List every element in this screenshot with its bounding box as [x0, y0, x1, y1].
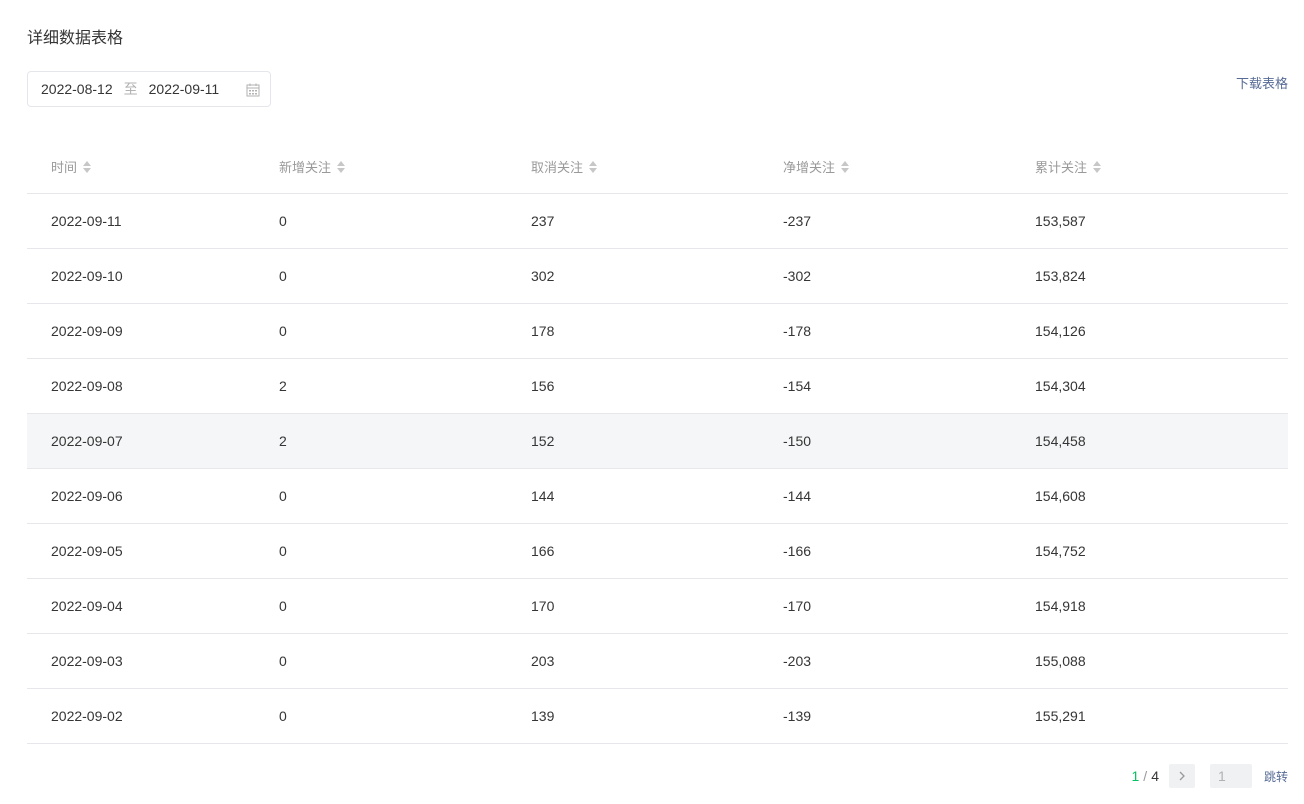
cell-unfollows: 156 — [531, 378, 555, 394]
cell-unfollows: 203 — [531, 653, 555, 669]
cell-unfollows: 152 — [531, 433, 555, 449]
column-header-label: 时间 — [51, 160, 78, 175]
data-table: 时间 新增关注 取消关注 净增关注 累计关注 2022-09-11 0 237 … — [27, 140, 1288, 744]
cell-unfollows: 144 — [531, 488, 555, 504]
column-header-cumulative-follows[interactable]: 累计关注 — [1035, 157, 1288, 176]
chevron-right-icon — [1179, 771, 1185, 781]
column-header-net-follows[interactable]: 净增关注 — [783, 157, 1035, 176]
cell-new-follows: 0 — [279, 598, 287, 614]
table-row: 2022-09-05 0 166 -166 154,752 — [27, 524, 1288, 579]
cell-net-follows: -178 — [783, 323, 812, 339]
cell-cumulative-follows: 154,918 — [1035, 598, 1086, 614]
cell-unfollows: 237 — [531, 213, 555, 229]
table-row: 2022-09-03 0 203 -203 155,088 — [27, 634, 1288, 689]
calendar-icon[interactable] — [246, 83, 260, 97]
cell-time: 2022-09-04 — [51, 598, 123, 614]
next-page-button[interactable] — [1168, 764, 1195, 788]
page-jump-input[interactable] — [1209, 764, 1252, 788]
cell-net-follows: -150 — [783, 433, 812, 449]
cell-unfollows: 178 — [531, 323, 555, 339]
pagination: 1 / 4 跳转 — [1131, 764, 1288, 788]
table-row: 2022-09-02 0 139 -139 155,291 — [27, 689, 1288, 744]
cell-time: 2022-09-08 — [51, 378, 123, 394]
cell-cumulative-follows: 154,304 — [1035, 378, 1086, 394]
cell-new-follows: 2 — [279, 378, 287, 394]
column-header-new-follows[interactable]: 新增关注 — [279, 157, 531, 176]
cell-net-follows: -203 — [783, 653, 812, 669]
cell-new-follows: 0 — [279, 488, 287, 504]
cell-unfollows: 166 — [531, 543, 555, 559]
table-row: 2022-09-11 0 237 -237 153,587 — [27, 194, 1288, 249]
table-row: 2022-09-04 0 170 -170 154,918 — [27, 579, 1288, 634]
sort-icon[interactable] — [1092, 160, 1102, 174]
pagination-separator: / — [1143, 768, 1148, 784]
column-header-unfollows[interactable]: 取消关注 — [531, 157, 783, 176]
cell-time: 2022-09-06 — [51, 488, 123, 504]
pagination-current-page: 1 — [1131, 768, 1140, 784]
cell-net-follows: -302 — [783, 268, 812, 284]
column-header-label: 累计关注 — [1035, 160, 1088, 175]
sort-icon[interactable] — [336, 160, 346, 174]
cell-cumulative-follows: 153,824 — [1035, 268, 1086, 284]
cell-new-follows: 0 — [279, 268, 287, 284]
cell-net-follows: -237 — [783, 213, 812, 229]
cell-cumulative-follows: 154,752 — [1035, 543, 1086, 559]
cell-cumulative-follows: 154,608 — [1035, 488, 1086, 504]
cell-time: 2022-09-03 — [51, 653, 123, 669]
cell-net-follows: -170 — [783, 598, 812, 614]
column-header-label: 新增关注 — [279, 160, 332, 175]
cell-time: 2022-09-10 — [51, 268, 123, 284]
sort-icon[interactable] — [82, 160, 92, 174]
section-title: 详细数据表格 — [27, 30, 124, 47]
cell-net-follows: -166 — [783, 543, 812, 559]
table-row: 2022-09-10 0 302 -302 153,824 — [27, 249, 1288, 304]
table-row: 2022-09-09 0 178 -178 154,126 — [27, 304, 1288, 359]
cell-cumulative-follows: 153,587 — [1035, 213, 1086, 229]
cell-time: 2022-09-05 — [51, 543, 123, 559]
table-header: 时间 新增关注 取消关注 净增关注 累计关注 — [27, 140, 1288, 194]
cell-time: 2022-09-09 — [51, 323, 123, 339]
cell-new-follows: 0 — [279, 213, 287, 229]
cell-net-follows: -144 — [783, 488, 812, 504]
download-table-link[interactable]: 下载表格 — [1236, 73, 1288, 92]
cell-time: 2022-09-11 — [51, 213, 122, 229]
column-header-time[interactable]: 时间 — [27, 157, 279, 176]
column-header-label: 净增关注 — [783, 160, 836, 175]
cell-new-follows: 0 — [279, 323, 287, 339]
cell-new-follows: 0 — [279, 543, 287, 559]
date-range-separator: 至 — [123, 81, 138, 97]
cell-cumulative-follows: 155,291 — [1035, 708, 1086, 724]
cell-cumulative-follows: 155,088 — [1035, 653, 1086, 669]
cell-cumulative-follows: 154,458 — [1035, 433, 1086, 449]
date-range-picker[interactable]: 2022-08-12 至 2022-09-11 — [27, 71, 271, 107]
cell-cumulative-follows: 154,126 — [1035, 323, 1086, 339]
jump-button[interactable]: 跳转 — [1264, 768, 1288, 785]
date-range-start[interactable]: 2022-08-12 — [41, 81, 113, 97]
column-header-label: 取消关注 — [531, 160, 584, 175]
table-row: 2022-09-06 0 144 -144 154,608 — [27, 469, 1288, 524]
cell-net-follows: -139 — [783, 708, 812, 724]
cell-unfollows: 302 — [531, 268, 555, 284]
date-range-end[interactable]: 2022-09-11 — [149, 81, 220, 97]
cell-unfollows: 170 — [531, 598, 555, 614]
sort-icon[interactable] — [588, 160, 598, 174]
cell-new-follows: 0 — [279, 708, 287, 724]
cell-new-follows: 0 — [279, 653, 287, 669]
cell-time: 2022-09-02 — [51, 708, 123, 724]
table-row-hovered: 2022-09-07 2 152 -150 154,458 — [27, 414, 1288, 469]
cell-time: 2022-09-07 — [51, 433, 123, 449]
cell-net-follows: -154 — [783, 378, 812, 394]
pagination-total-pages: 4 — [1151, 768, 1159, 784]
cell-new-follows: 2 — [279, 433, 287, 449]
cell-unfollows: 139 — [531, 708, 555, 724]
table-row: 2022-09-08 2 156 -154 154,304 — [27, 359, 1288, 414]
sort-icon[interactable] — [840, 160, 850, 174]
